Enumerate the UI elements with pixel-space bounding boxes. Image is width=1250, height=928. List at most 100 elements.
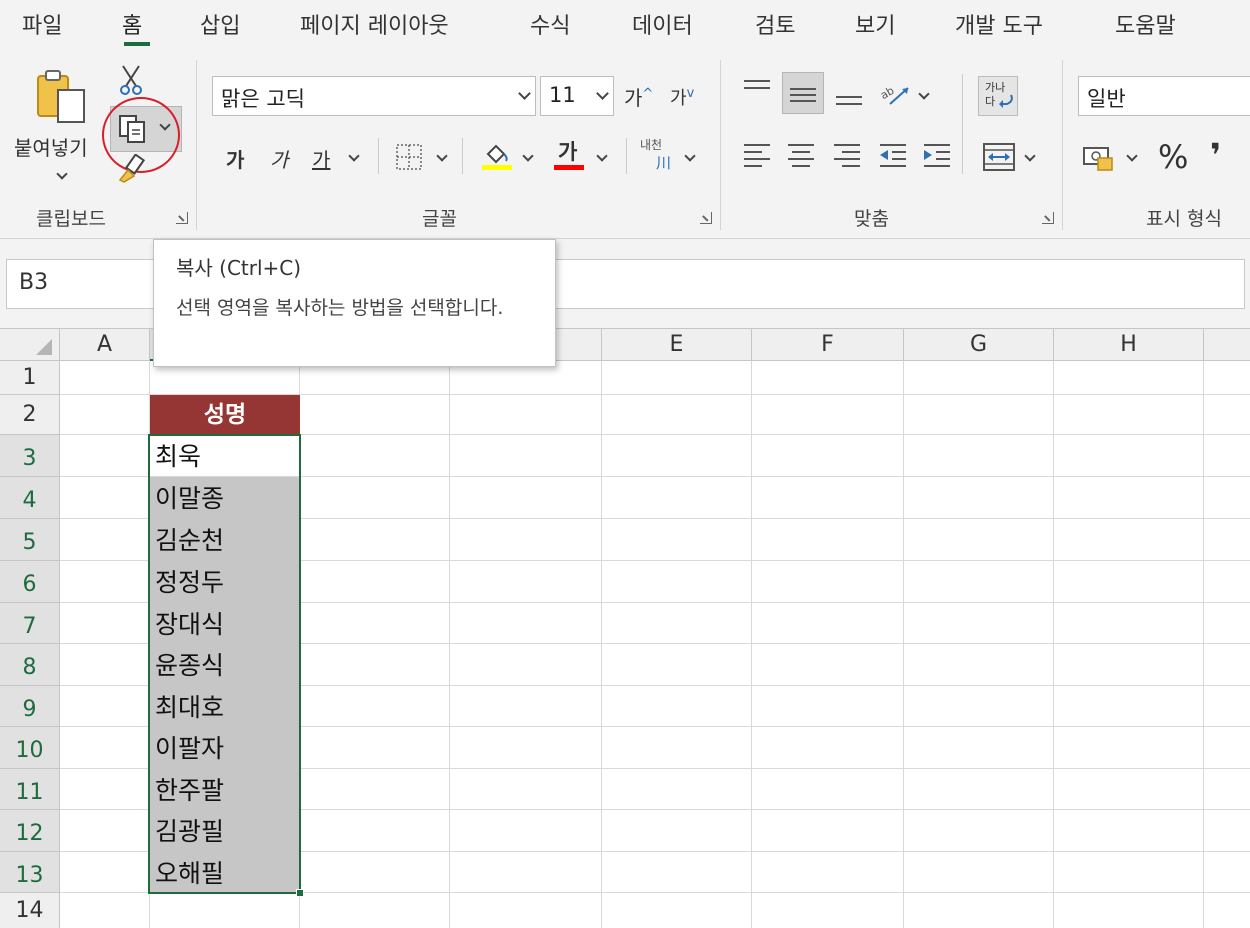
underline-button[interactable]: 가 bbox=[312, 144, 330, 173]
font-group-label: 글꼴 bbox=[422, 208, 457, 230]
font-launcher-icon[interactable] bbox=[700, 212, 712, 224]
align-left-icon[interactable] bbox=[744, 144, 772, 167]
row-header-10[interactable]: 10 bbox=[0, 727, 60, 769]
ribbon-home: 붙여넣기 클립보드 맑은 고딕 11 가^ 가v 가 가 가 가 내천 川 글꼴… bbox=[0, 52, 1250, 238]
font-name-value: 맑은 고딕 bbox=[221, 87, 305, 111]
merge-dropdown-icon[interactable] bbox=[1024, 150, 1036, 162]
number-format-combo[interactable]: 일반 bbox=[1078, 76, 1250, 116]
header-cell-label: 성명 bbox=[203, 402, 247, 428]
align-top-icon[interactable] bbox=[744, 78, 772, 100]
select-all-icon bbox=[36, 339, 52, 355]
tab-review[interactable]: 검토 bbox=[755, 8, 795, 40]
bold-button[interactable]: 가 bbox=[226, 144, 244, 173]
accounting-dropdown-icon[interactable] bbox=[1126, 150, 1138, 162]
tab-view[interactable]: 보기 bbox=[855, 8, 895, 40]
grow-font-button[interactable]: 가^ bbox=[624, 82, 653, 111]
clipboard-launcher-icon[interactable] bbox=[176, 212, 188, 224]
row-header-8[interactable]: 8 bbox=[0, 644, 60, 686]
tab-data[interactable]: 데이터 bbox=[632, 8, 693, 40]
grow-font-label: 가 bbox=[624, 86, 643, 110]
underline-dropdown-icon[interactable] bbox=[348, 150, 360, 162]
wrap-text-button[interactable]: 가나 다 bbox=[978, 76, 1018, 116]
accounting-format-icon[interactable] bbox=[1082, 144, 1116, 172]
fill-handle[interactable] bbox=[296, 889, 304, 897]
orientation-icon[interactable]: ab bbox=[878, 80, 914, 110]
row-header-1[interactable]: 1 bbox=[0, 361, 60, 395]
row-header-6[interactable]: 6 bbox=[0, 561, 60, 603]
shrink-font-label: 가 bbox=[670, 88, 687, 109]
decrease-indent-icon[interactable] bbox=[878, 142, 908, 168]
increase-indent-icon[interactable] bbox=[922, 142, 952, 168]
font-name-combo[interactable]: 맑은 고딕 bbox=[212, 76, 536, 116]
column-header-e[interactable]: E bbox=[602, 329, 752, 361]
worksheet-grid: A B C D E F G H 1 2 3 4 5 6 7 8 9 10 11 … bbox=[0, 328, 1250, 928]
row-header-12[interactable]: 12 bbox=[0, 810, 60, 852]
grid-line bbox=[449, 361, 450, 928]
phonetic-bottom-label: 川 bbox=[656, 154, 672, 172]
font-size-combo[interactable]: 11 bbox=[540, 76, 614, 116]
row-header-7[interactable]: 7 bbox=[0, 603, 60, 644]
shrink-font-button[interactable]: 가v bbox=[670, 84, 694, 110]
column-header-h[interactable]: H bbox=[1054, 329, 1204, 361]
fill-color-dropdown-icon[interactable] bbox=[522, 150, 534, 162]
wrap-bottom-label: 다 bbox=[985, 95, 996, 108]
row-header-4[interactable]: 4 bbox=[0, 477, 60, 519]
header-cell-name[interactable]: 성명 bbox=[150, 395, 300, 435]
name-box[interactable]: B3 bbox=[6, 259, 156, 309]
align-separator bbox=[962, 74, 963, 174]
tab-home[interactable]: 홈 bbox=[122, 8, 142, 40]
cut-icon[interactable] bbox=[118, 64, 144, 96]
font-color-dropdown-icon[interactable] bbox=[596, 150, 608, 162]
chevron-down-icon bbox=[596, 87, 609, 100]
align-center-icon[interactable] bbox=[788, 144, 816, 167]
font-color-button[interactable]: 가 bbox=[554, 136, 586, 172]
merge-center-icon[interactable] bbox=[982, 142, 1016, 172]
orientation-dropdown-icon[interactable] bbox=[918, 88, 930, 100]
align-bottom-icon[interactable] bbox=[836, 88, 864, 110]
row-header-3[interactable]: 3 bbox=[0, 435, 60, 477]
column-header-g[interactable]: G bbox=[904, 329, 1054, 361]
row-header-14[interactable]: 14 bbox=[0, 893, 60, 928]
copy-tooltip: 복사 (Ctrl+C) 선택 영역을 복사하는 방법을 선택합니다. bbox=[153, 239, 556, 367]
chevron-down-icon bbox=[518, 87, 531, 100]
row-header-5[interactable]: 5 bbox=[0, 519, 60, 561]
format-painter-icon[interactable] bbox=[116, 154, 146, 184]
fill-color-icon[interactable] bbox=[480, 138, 514, 172]
phonetic-dropdown-icon[interactable] bbox=[684, 150, 696, 162]
formula-input[interactable] bbox=[555, 259, 1245, 309]
alignment-launcher-icon[interactable] bbox=[1042, 212, 1054, 224]
tab-insert[interactable]: 삽입 bbox=[200, 8, 240, 40]
grid-line bbox=[1203, 361, 1204, 928]
phonetic-top-label: 내천 bbox=[640, 138, 663, 152]
grid-line bbox=[1053, 361, 1054, 928]
paste-dropdown-icon[interactable] bbox=[56, 168, 68, 180]
italic-button[interactable]: 가 bbox=[270, 144, 288, 173]
borders-icon[interactable] bbox=[394, 142, 424, 172]
row-header-9[interactable]: 9 bbox=[0, 686, 60, 727]
active-tab-indicator bbox=[124, 42, 150, 46]
tab-formulas[interactable]: 수식 bbox=[530, 8, 570, 40]
align-middle-button[interactable] bbox=[782, 72, 824, 114]
row-header-13[interactable]: 13 bbox=[0, 852, 60, 893]
percent-button[interactable]: % bbox=[1158, 138, 1188, 176]
select-all-corner[interactable] bbox=[0, 329, 60, 361]
row-header-11[interactable]: 11 bbox=[0, 769, 60, 810]
column-header-f[interactable]: F bbox=[752, 329, 904, 361]
tab-file[interactable]: 파일 bbox=[22, 8, 62, 40]
font-size-value: 11 bbox=[549, 83, 576, 107]
font-color-swatch bbox=[554, 165, 584, 170]
paste-label: 붙여넣기 bbox=[14, 136, 88, 160]
row-header-2[interactable]: 2 bbox=[0, 395, 60, 435]
borders-dropdown-icon[interactable] bbox=[436, 150, 448, 162]
fill-separator bbox=[462, 138, 463, 174]
tab-developer[interactable]: 개발 도구 bbox=[955, 8, 1043, 40]
alignment-group-label: 맞춤 bbox=[854, 208, 889, 230]
tab-help[interactable]: 도움말 bbox=[1115, 8, 1176, 40]
paste-button[interactable]: 붙여넣기 bbox=[10, 64, 100, 194]
column-header-a[interactable]: A bbox=[60, 329, 150, 361]
phonetic-button[interactable]: 내천 川 bbox=[640, 136, 680, 176]
comma-button[interactable]: ❜ bbox=[1210, 136, 1221, 174]
align-right-icon[interactable] bbox=[834, 144, 862, 167]
tab-page-layout[interactable]: 페이지 레이아웃 bbox=[300, 8, 449, 40]
grid-line bbox=[601, 361, 602, 928]
